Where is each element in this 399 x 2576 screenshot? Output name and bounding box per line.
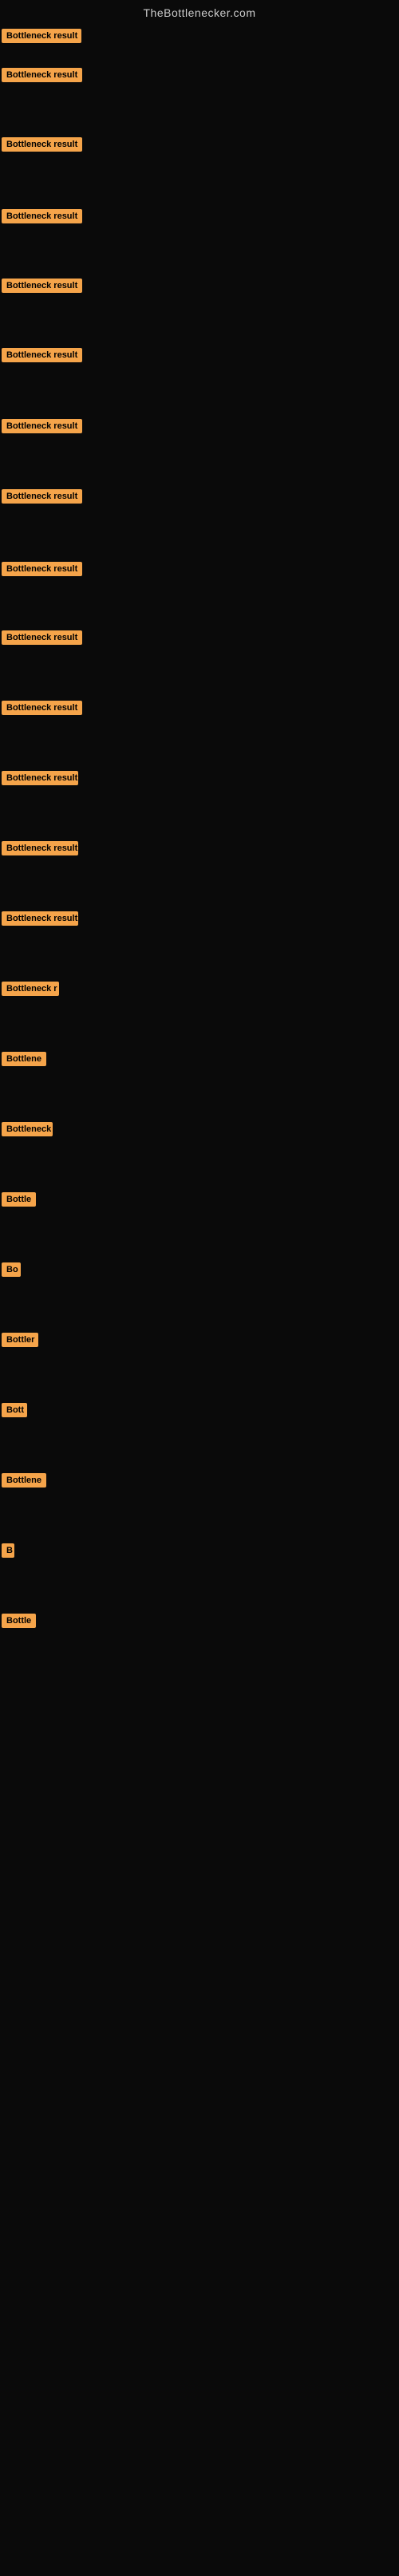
bottleneck-row: Bottle (2, 1192, 36, 1211)
bottleneck-badge[interactable]: Bottle (2, 1614, 36, 1628)
bottleneck-badge[interactable]: Bottlene (2, 1052, 46, 1066)
bottleneck-badge[interactable]: Bottlene (2, 1473, 46, 1488)
bottleneck-row: Bottleneck result (2, 279, 82, 297)
bottleneck-badge[interactable]: Bottleneck r (2, 982, 59, 996)
site-title: TheBottlenecker.com (0, 0, 399, 22)
bottleneck-row: Bottleneck result (2, 137, 82, 156)
bottleneck-row: Bottleneck result (2, 29, 81, 47)
bottleneck-badge[interactable]: Bottleneck result (2, 630, 82, 645)
bottleneck-badge[interactable]: Bottleneck result (2, 701, 82, 715)
bottleneck-badge[interactable]: Bottleneck result (2, 137, 82, 152)
bottleneck-badge[interactable]: Bottleneck result (2, 29, 81, 43)
bottleneck-row: Bo (2, 1262, 21, 1281)
bottleneck-row: Bottleneck r (2, 982, 59, 1000)
bottleneck-badge[interactable]: Bottleneck result (2, 771, 78, 785)
bottleneck-row: Bottleneck result (2, 630, 82, 649)
bottleneck-row: B (2, 1543, 14, 1562)
bottleneck-row: Bottleneck result (2, 348, 82, 366)
bottleneck-row: Bottleneck result (2, 701, 82, 719)
bottleneck-row: Bott (2, 1403, 27, 1421)
bottleneck-badge[interactable]: Bottleneck (2, 1122, 53, 1136)
bottleneck-row: Bottleneck result (2, 562, 82, 580)
bottleneck-badge[interactable]: Bottleneck result (2, 841, 78, 855)
bottleneck-badge[interactable]: Bottleneck result (2, 209, 82, 223)
bottleneck-row: Bottleneck result (2, 209, 82, 227)
bottleneck-badge[interactable]: Bottleneck result (2, 419, 82, 433)
bottleneck-badge[interactable]: Bottleneck result (2, 562, 82, 576)
bottleneck-badge[interactable]: Bott (2, 1403, 27, 1417)
bottleneck-badge[interactable]: Bottle (2, 1192, 36, 1207)
bottleneck-row: Bottleneck result (2, 841, 78, 859)
bottleneck-row: Bottleneck result (2, 771, 78, 789)
bottleneck-row: Bottleneck result (2, 419, 82, 437)
bottleneck-badge[interactable]: B (2, 1543, 14, 1558)
bottleneck-badge[interactable]: Bottleneck result (2, 68, 82, 82)
bottleneck-row: Bottle (2, 1614, 36, 1632)
bottleneck-row: Bottleneck (2, 1122, 53, 1140)
bottleneck-row: Bottleneck result (2, 489, 82, 508)
bottleneck-row: Bottlene (2, 1473, 46, 1491)
bottleneck-badge[interactable]: Bottleneck result (2, 911, 78, 926)
bottleneck-badge[interactable]: Bottleneck result (2, 348, 82, 362)
bottleneck-row: Bottleneck result (2, 911, 78, 930)
bottleneck-row: Bottleneck result (2, 68, 82, 86)
bottleneck-row: Bottlene (2, 1052, 46, 1070)
bottleneck-row: Bottler (2, 1333, 38, 1351)
bottleneck-badge[interactable]: Bo (2, 1262, 21, 1277)
bottleneck-badge[interactable]: Bottleneck result (2, 489, 82, 504)
bottleneck-badge[interactable]: Bottleneck result (2, 279, 82, 293)
bottleneck-badge[interactable]: Bottler (2, 1333, 38, 1347)
